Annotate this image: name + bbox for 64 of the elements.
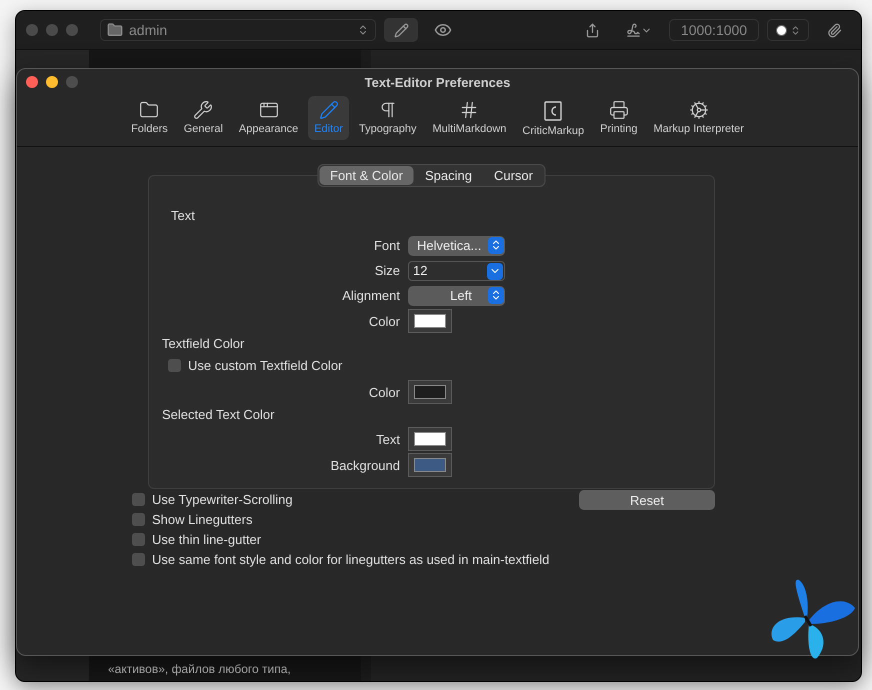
checkbox-label: Use Typewriter-Scrolling [152,492,293,506]
pencil-icon [394,22,408,38]
reset-button[interactable]: Reset [579,490,715,510]
eye-icon [434,21,452,39]
checkbox-label: Use same font style and color for linegutters as used in main-textfield [152,552,550,566]
chevron-down-icon [487,262,503,280]
segment-tab[interactable]: Font & Color [319,166,414,185]
toolbar-tab[interactable]: Appearance [232,96,304,140]
checkbox[interactable] [132,532,145,546]
section-heading: Textfield Color [162,336,246,351]
printer-icon [608,100,629,120]
segment-tab[interactable]: Spacing [414,166,483,185]
field-label: Background [330,458,400,472]
window-icon [258,100,279,120]
folder-popup[interactable]: admin [100,19,376,41]
toolbar-tab[interactable]: CriticMarkup [516,96,590,140]
pencil-icon [318,100,339,120]
toolbar-tab[interactable]: Folders [125,96,174,140]
toolbar-tab[interactable]: General [178,96,229,140]
checkbox[interactable] [132,512,145,526]
color-well[interactable] [408,380,452,404]
toolbar-tab[interactable]: Printing [594,96,644,140]
window-title: Text-Editor Preferences [364,74,510,90]
toolbar-tab[interactable]: Markup Interpreter [647,96,750,140]
checkbox-label: Use custom Textfield Color [188,358,342,372]
paperclip-icon [826,22,842,38]
stepper-icon [488,286,504,304]
stepper-icon [488,236,504,254]
color-well[interactable] [408,453,452,477]
checkbox[interactable] [132,552,145,566]
field-label: Color [368,384,400,400]
section-heading: Selected Text Color [162,407,276,422]
edit-button[interactable] [384,18,418,42]
note-preview: «активов», файлов любого типа, [108,662,292,676]
field-label: Text [375,432,400,446]
color-well[interactable] [408,309,452,333]
checkbox-label: Use thin line-gutter [152,532,262,546]
signature-icon [626,22,641,38]
segment-tab[interactable]: Cursor [482,166,544,185]
section-heading: Text [170,208,196,223]
combo-box[interactable]: 12 [408,260,505,280]
color-well[interactable] [408,427,452,451]
folder-icon [107,22,123,38]
field-label: Alignment [341,288,400,303]
field-label: Font [372,238,400,253]
toolbar-tab[interactable]: Typography [352,96,422,140]
color-popup[interactable] [767,19,809,41]
stepper-icon [357,24,369,36]
window-button[interactable] [26,76,38,88]
field-label: Size [374,263,400,278]
folder-icon [139,100,160,120]
toolbar-tab[interactable]: MultiMarkdown [426,96,512,140]
share-icon [584,22,600,38]
checkbox[interactable] [168,358,181,372]
window-button[interactable] [46,76,58,88]
checkbox[interactable] [132,492,145,506]
checkbox-label: Show Linegutters [152,512,252,526]
popup-button[interactable]: Left [408,286,505,306]
field-label: Color [368,314,400,328]
counter-field[interactable]: 1000:1000 [669,19,759,41]
tools-icon [193,100,214,120]
dot-icon [776,24,786,36]
bracket-c-icon [542,100,564,122]
popup-button[interactable]: Helvetica... [408,236,505,256]
